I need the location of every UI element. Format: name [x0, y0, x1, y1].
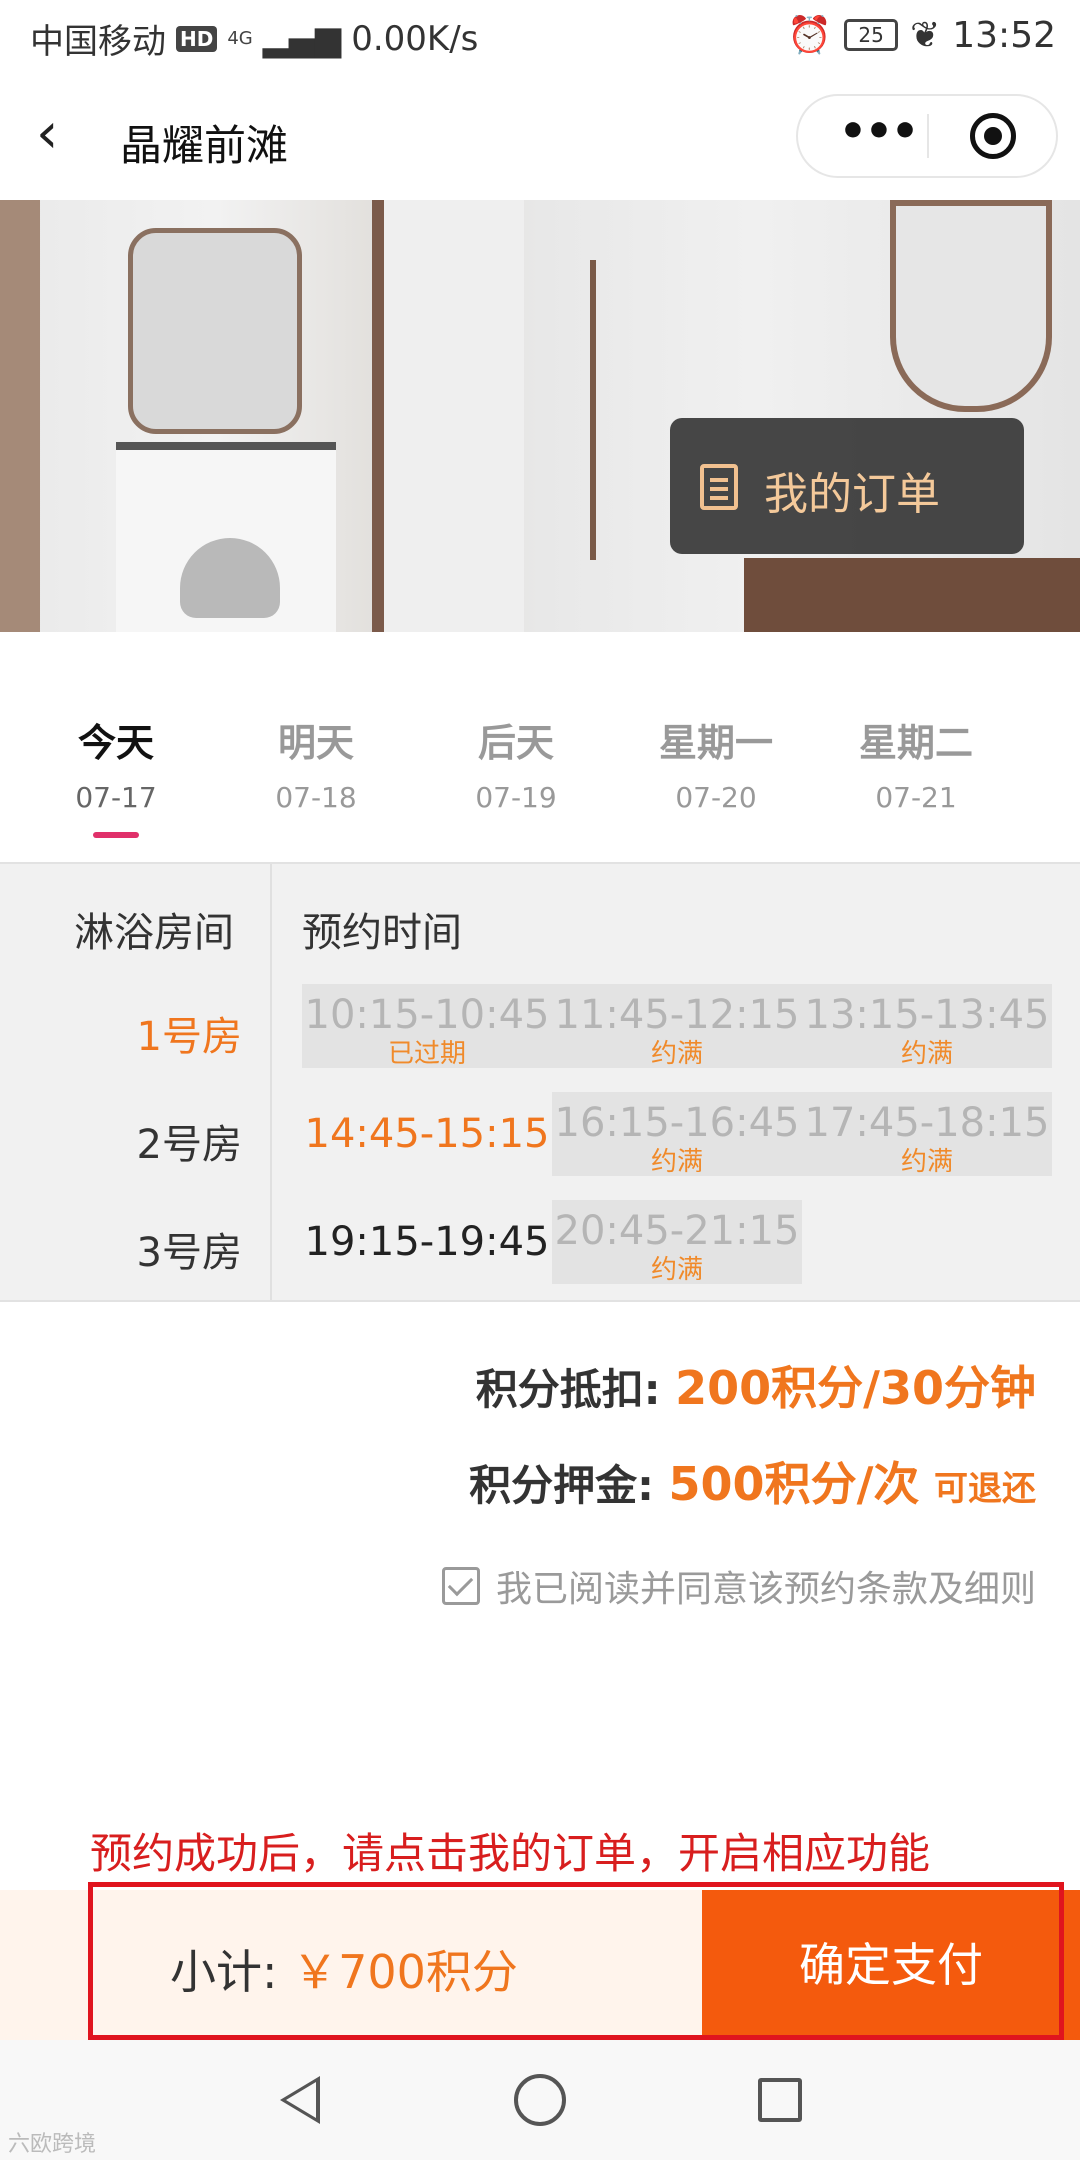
time-slot: 10:15-10:45 已过期: [302, 984, 552, 1068]
tab-day: 星期一: [658, 721, 773, 765]
tab-day: 星: [1016, 712, 1080, 767]
agreement-checkbox[interactable]: [441, 1567, 480, 1605]
miniprogram-capsule: •••: [796, 94, 1058, 178]
slot-time: 14:45-15:15: [304, 1111, 550, 1157]
tab-tuesday[interactable]: 星期二 07-21: [816, 712, 1016, 814]
slot-time: 16:15-16:45: [554, 1100, 800, 1146]
tab-date: 07-17: [75, 781, 157, 814]
time-slot-available[interactable]: 19:15-19:45: [302, 1200, 552, 1284]
time-slot: 11:45-12:15 约满: [552, 984, 802, 1068]
banner-image: [0, 200, 1080, 632]
slot-status: 已过期: [387, 1039, 466, 1069]
schedule-divider: [270, 864, 272, 1300]
annotation-text: 预约成功后，请点击我的订单，开启相应功能: [90, 1829, 931, 1878]
alarm-icon: ⏰: [787, 15, 833, 56]
annotation-highlight-box: [88, 1882, 1064, 2040]
clock: 13:52: [952, 14, 1056, 56]
room-3-label: 3号房: [136, 1230, 242, 1276]
slot-time: 20:45-21:15: [554, 1208, 800, 1254]
my-orders-label: 我的订单: [764, 469, 940, 520]
more-menu-icon[interactable]: •••: [828, 104, 928, 160]
system-recents-icon[interactable]: [758, 2078, 802, 2122]
deposit-label: 积分押金:: [469, 1461, 654, 1510]
time-slot: 17:45-18:15 约满: [802, 1092, 1052, 1176]
banner-cabinet: [744, 558, 1080, 632]
order-list-icon: [700, 464, 738, 510]
room-1-label: 1号房: [136, 1014, 242, 1060]
banner-mirror-right: [890, 200, 1052, 412]
status-bar: 中国移动 HD 4G ▂▄▆ 0.00K/s ⏰ 25 ❦ 13:52: [0, 0, 1080, 72]
tab-date: 07-18: [275, 781, 357, 814]
time-slot-selected[interactable]: 14:45-15:15: [302, 1092, 552, 1176]
room-2-label: 2号房: [136, 1122, 242, 1168]
points-deduction: 积分抵扣: 200积分/30分钟: [476, 1352, 1036, 1418]
time-slot: 13:15-13:45 约满: [802, 984, 1052, 1068]
capsule-divider: [927, 114, 929, 158]
system-nav-bar: [0, 2040, 1080, 2160]
navigation-bar: ‹ 晶耀前滩 •••: [0, 72, 1080, 200]
tab-active-indicator: [93, 832, 139, 838]
time-column-header: 预约时间: [302, 910, 462, 956]
deduction-label: 积分抵扣:: [475, 1365, 661, 1414]
slot-time: 17:45-18:15: [804, 1100, 1050, 1146]
network-speed: 0.00K/s: [351, 18, 479, 59]
my-orders-button[interactable]: 我的订单: [670, 418, 1024, 554]
banner-door: [384, 200, 524, 632]
slot-time: 11:45-12:15: [554, 992, 800, 1038]
day-tabs: 今天 07-17 明天 07-18 后天 07-19 星期一 07-20 星期二…: [0, 632, 1080, 862]
deposit-refundable-note: 可退还: [934, 1469, 1036, 1509]
tab-day: 后天: [477, 721, 554, 765]
network-type: 4G: [227, 27, 253, 49]
tab-date: 0: [1016, 781, 1080, 814]
tab-day: 星期二: [858, 721, 973, 765]
slot-status: 约满: [650, 1147, 703, 1177]
tab-day-after[interactable]: 后天 07-19: [416, 712, 616, 814]
tab-day: 明天: [277, 721, 354, 765]
leaf-icon: ❦: [910, 14, 941, 56]
agreement-row[interactable]: 我已阅读并同意该预约条款及细则: [441, 1560, 1036, 1612]
time-slot: 16:15-16:45 约满: [552, 1092, 802, 1176]
slot-status: 约满: [650, 1039, 703, 1069]
tab-date: 07-21: [875, 781, 957, 814]
banner-door-frame: [372, 200, 384, 632]
system-home-icon[interactable]: [514, 2074, 566, 2126]
banner-mirror-left: [128, 228, 302, 434]
tab-date: 07-20: [675, 781, 757, 814]
tab-next-partial[interactable]: 星 0: [1016, 712, 1080, 814]
deposit-value: 500积分/次: [668, 1457, 920, 1511]
battery-icon: 25: [844, 19, 899, 51]
slot-time: 13:15-13:45: [804, 992, 1050, 1038]
banner-wall-panel: [0, 200, 40, 632]
time-slot: 20:45-21:15 约满: [552, 1200, 802, 1284]
tab-today[interactable]: 今天 07-17: [16, 712, 216, 838]
slot-time: 19:15-19:45: [304, 1219, 550, 1265]
deduction-value: 200积分/30分钟: [675, 1361, 1036, 1415]
points-deposit: 积分押金: 500积分/次 可退还: [469, 1448, 1036, 1514]
close-target-icon[interactable]: [970, 113, 1016, 159]
schedule-table: 淋浴房间 预约时间 1号房 10:15-10:45 已过期 11:45-12:1…: [0, 862, 1080, 1302]
tab-tomorrow[interactable]: 明天 07-18: [216, 712, 416, 814]
tab-monday[interactable]: 星期一 07-20: [616, 712, 816, 814]
page-title: 晶耀前滩: [120, 121, 289, 170]
tab-date: 07-19: [475, 781, 557, 814]
signal-icon: ▂▄▆: [262, 18, 342, 59]
banner-glass-panel: [590, 260, 626, 560]
hd-icon: HD: [176, 25, 218, 52]
slot-status: 约满: [650, 1255, 703, 1285]
back-arrow-icon[interactable]: ‹: [36, 106, 76, 166]
slot-status: 约满: [900, 1147, 953, 1177]
system-back-icon[interactable]: [280, 2076, 320, 2124]
tab-day: 今天: [77, 721, 154, 765]
slot-status: 约满: [900, 1039, 953, 1069]
room-column-header: 淋浴房间: [74, 910, 234, 956]
watermark: 六欧跨境: [8, 2132, 97, 2157]
agreement-text: 我已阅读并同意该预约条款及细则: [495, 1569, 1036, 1610]
carrier-label: 中国移动: [30, 22, 166, 62]
slot-time: 10:15-10:45: [304, 992, 550, 1038]
